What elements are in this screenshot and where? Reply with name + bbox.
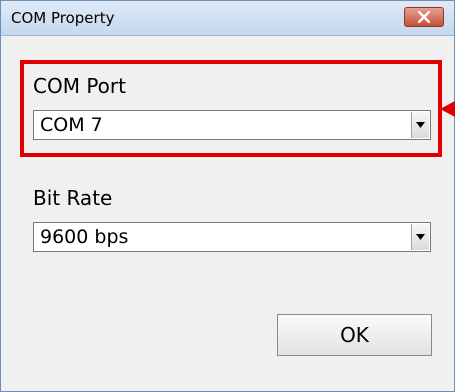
com-port-select[interactable]: COM 7 bbox=[33, 110, 431, 140]
bit-rate-value: 9600 bps bbox=[40, 226, 129, 248]
title-bar[interactable]: COM Property bbox=[1, 1, 454, 36]
close-icon bbox=[418, 11, 430, 23]
com-port-dropdown-button[interactable] bbox=[411, 112, 429, 138]
chevron-down-icon bbox=[416, 122, 425, 128]
ok-button[interactable]: OK bbox=[277, 314, 432, 356]
chevron-down-icon bbox=[416, 234, 425, 240]
com-port-label: COM Port bbox=[33, 74, 126, 98]
bit-rate-dropdown-button[interactable] bbox=[411, 224, 429, 250]
bit-rate-label: Bit Rate bbox=[33, 186, 113, 210]
dialog-title: COM Property bbox=[11, 9, 115, 27]
close-button[interactable] bbox=[404, 7, 444, 27]
com-port-value: COM 7 bbox=[40, 114, 103, 136]
highlight-pointer-arrow-icon bbox=[440, 101, 455, 117]
bit-rate-select[interactable]: 9600 bps bbox=[33, 222, 431, 252]
